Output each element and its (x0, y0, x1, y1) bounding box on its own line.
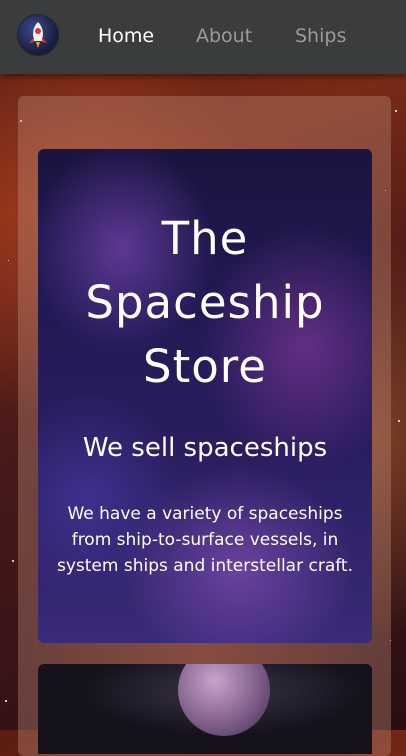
hero-subtitle: We sell spaceships (82, 433, 328, 463)
hero-title: The Spaceship Store (85, 212, 325, 393)
hero-card: The Spaceship Store We sell spaceships W… (38, 149, 372, 643)
nav-about-link[interactable]: About (196, 24, 252, 48)
planet-image (178, 664, 270, 736)
rocket-logo-icon[interactable] (18, 15, 58, 55)
top-navigation-bar: Home About Ships (0, 0, 406, 74)
hero-description: We have a variety of spaceships from shi… (56, 504, 353, 576)
ship-preview-card[interactable] (38, 664, 372, 754)
nav-home-link[interactable]: Home (98, 24, 154, 48)
nav-ships-link[interactable]: Ships (295, 24, 346, 48)
